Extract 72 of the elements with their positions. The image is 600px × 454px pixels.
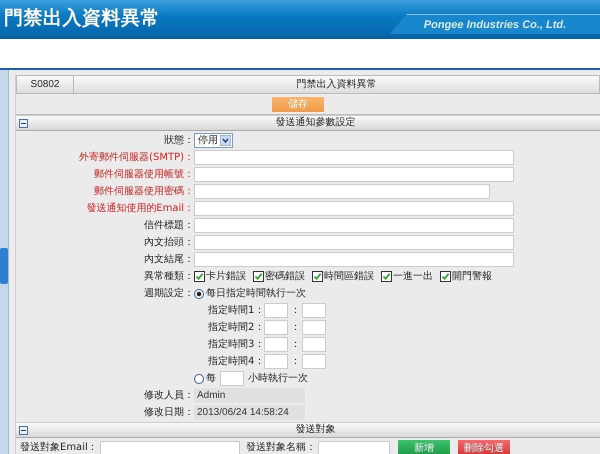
time-label: 指定時間1： (208, 304, 264, 316)
hour-field[interactable] (264, 320, 288, 335)
field-label: 郵件伺服器使用密碼： (93, 184, 194, 199)
checkbox-label: 卡片錯誤 (206, 270, 246, 284)
save-button[interactable]: 儲存 (272, 96, 324, 112)
page-title: 門禁出入資料異常 (4, 6, 160, 31)
checkbox-label: 開門警報 (452, 270, 492, 284)
checkbox[interactable] (381, 271, 392, 282)
caret-icon[interactable] (220, 135, 231, 146)
collapse-icon[interactable] (19, 426, 28, 434)
hour-field[interactable] (264, 337, 288, 352)
company-name: Pongee Industries Co., Ltd. (424, 18, 566, 30)
field-label: 信件標題： (143, 218, 194, 233)
radio-button[interactable] (194, 288, 204, 298)
text-field[interactable] (194, 184, 490, 199)
field-label: 內文抬頭： (143, 236, 194, 250)
time-separator: ： (289, 304, 302, 316)
field-label: 外寄郵件伺服器(SMTP)： (78, 150, 194, 165)
form-title: 門禁出入資料異常 (296, 78, 378, 92)
radio-label: 每日指定時間執行一次 (206, 286, 306, 301)
section-title: 發送對象 (294, 424, 336, 436)
time-label: 指定時間4： (208, 356, 264, 368)
delete-button[interactable]: 刪除勾選 (458, 440, 510, 454)
field-label: 郵件伺服器使用帳號： (93, 168, 194, 182)
time-separator: ： (289, 338, 302, 350)
field-label: 發送對象名稱： (246, 442, 316, 454)
field-label: 修改人員： (143, 389, 194, 403)
checkbox-label: 密碼錯誤 (265, 270, 305, 284)
checkbox[interactable] (194, 271, 205, 282)
time-label: 指定時間3： (208, 338, 264, 350)
text-field[interactable] (194, 167, 514, 182)
field-label: 狀態： (163, 134, 194, 148)
radio-button[interactable] (194, 374, 204, 384)
text-field[interactable] (194, 150, 514, 165)
status-dropdown[interactable]: 停用 (194, 133, 233, 148)
hours-field[interactable] (220, 371, 244, 386)
email-field[interactable] (100, 440, 240, 454)
field-label: 異常種類： (143, 270, 194, 284)
text-field[interactable] (194, 252, 514, 267)
minute-field[interactable] (302, 337, 326, 352)
field-label: 發送通知使用的Email： (85, 202, 194, 216)
minute-field[interactable] (302, 320, 326, 335)
hour-field[interactable] (264, 303, 288, 318)
time-label: 指定時間2： (208, 322, 264, 334)
radio-label: 每 (206, 372, 216, 386)
readonly-field: 2013/06/24 14:58:24 (194, 405, 305, 420)
checkbox[interactable] (440, 271, 451, 282)
add-button[interactable]: 新增 (398, 440, 450, 454)
field-label: 發送對象Email： (20, 442, 98, 454)
name-field[interactable] (318, 440, 390, 454)
scroll-thumb[interactable] (0, 248, 8, 284)
hour-field[interactable] (264, 354, 288, 369)
section-title: 發送通知參數設定 (274, 117, 356, 129)
radio-label: 小時執行一次 (248, 372, 308, 386)
text-field[interactable] (194, 235, 514, 250)
field-label: 內文結尾： (143, 252, 194, 267)
time-separator: ： (289, 356, 302, 368)
time-separator: ： (289, 322, 302, 334)
form-code: S0802 (17, 76, 74, 93)
checkbox[interactable] (253, 271, 264, 282)
field-label: 修改日期： (143, 406, 194, 420)
text-field[interactable] (194, 201, 514, 216)
checkbox-label: 時間區錯誤 (324, 270, 374, 284)
scrollbar[interactable] (0, 70, 9, 454)
readonly-field: Admin (194, 388, 305, 403)
checkbox-label: 一進一出 (393, 270, 433, 284)
minute-field[interactable] (302, 303, 326, 318)
collapse-icon[interactable] (19, 118, 28, 128)
minute-field[interactable] (302, 354, 326, 369)
field-label: 週期設定： (143, 286, 194, 301)
checkbox[interactable] (312, 271, 323, 282)
text-field[interactable] (194, 218, 514, 233)
